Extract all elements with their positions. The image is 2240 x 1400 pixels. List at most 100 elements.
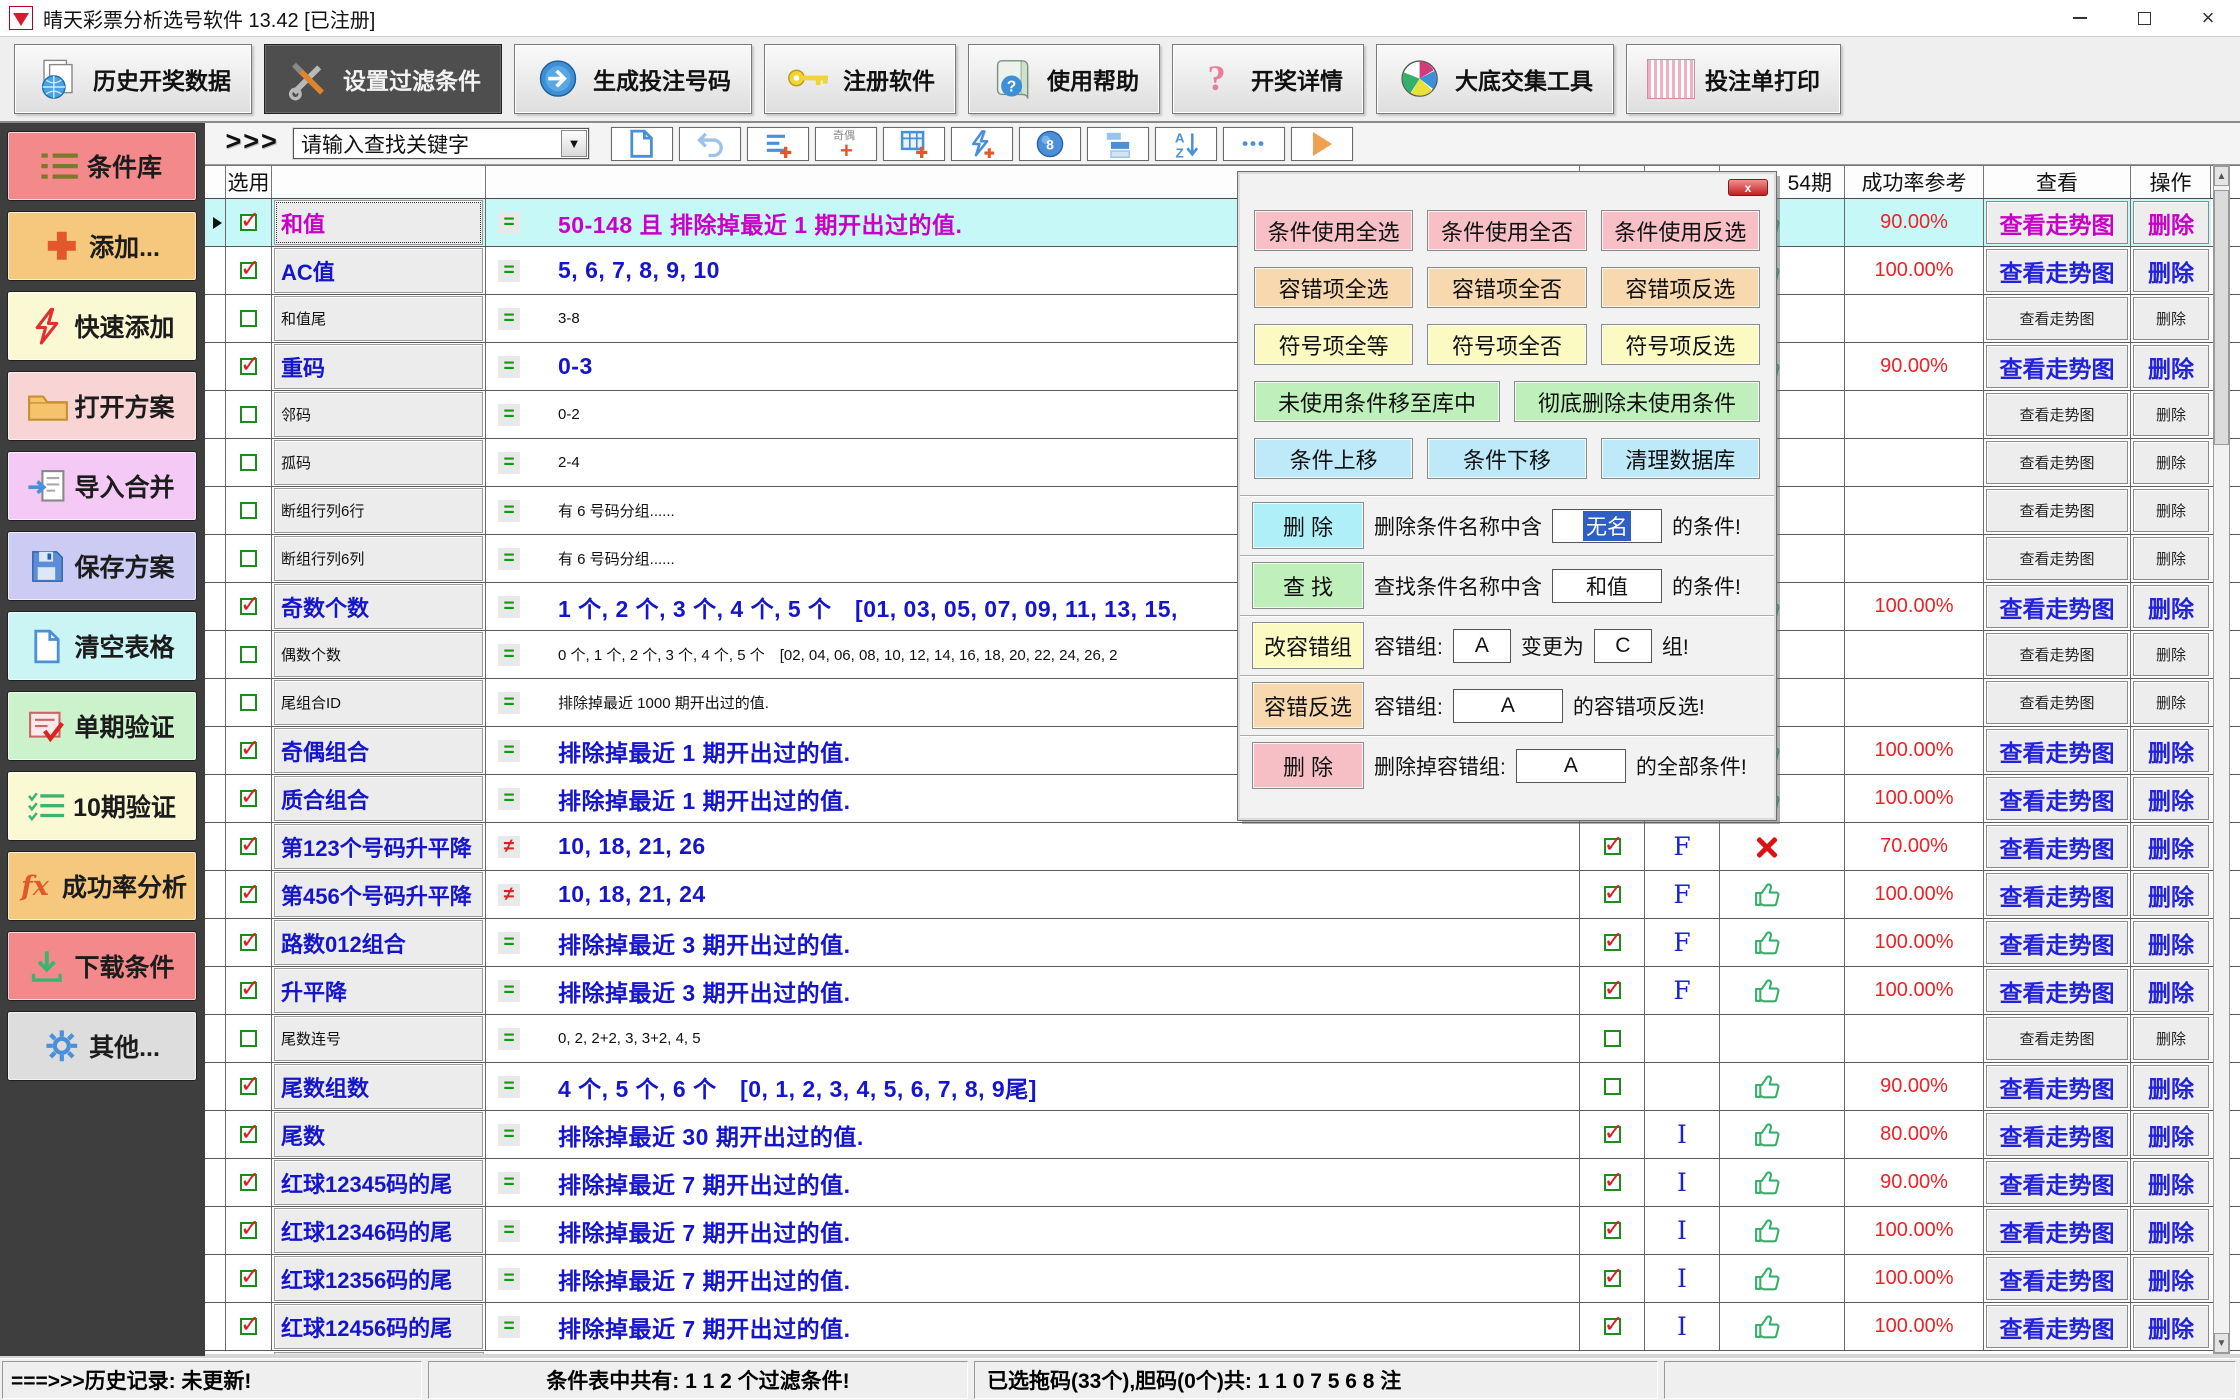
dialog-form-input[interactable]: A bbox=[1453, 629, 1511, 663]
checkbox[interactable]: ✓ bbox=[1604, 1126, 1621, 1143]
condition-name-cell[interactable]: 孤码 bbox=[272, 439, 486, 486]
checkbox[interactable]: ✓ bbox=[240, 790, 257, 807]
use-checkbox-cell[interactable]: ✓ bbox=[226, 247, 272, 294]
run-button[interactable] bbox=[1291, 127, 1353, 161]
undo-button[interactable] bbox=[679, 127, 741, 161]
sidebar-item-11[interactable]: 下载条件 bbox=[7, 931, 197, 1001]
operator-cell[interactable]: = bbox=[486, 727, 544, 774]
dialog-button[interactable]: 条件上移 bbox=[1254, 438, 1413, 479]
operator-cell[interactable]: = bbox=[486, 1255, 544, 1302]
tolerance-checkbox-cell[interactable]: ✓ bbox=[1580, 919, 1645, 966]
condition-name-cell[interactable]: 尾数 bbox=[272, 1111, 486, 1158]
operator-cell[interactable]: = bbox=[486, 1015, 544, 1062]
tolerance-checkbox-cell[interactable]: ✓ bbox=[1580, 1303, 1645, 1350]
view-trend-button[interactable]: 查看走势图 bbox=[1986, 297, 2128, 340]
operator-cell[interactable]: = bbox=[486, 199, 544, 246]
checkbox[interactable] bbox=[240, 550, 257, 567]
sidebar-item-12[interactable]: 其他... bbox=[7, 1011, 197, 1081]
delete-button[interactable]: 删除 bbox=[2133, 1257, 2209, 1300]
condition-name-cell[interactable]: 路数012组合 bbox=[272, 919, 486, 966]
checkbox[interactable]: ✓ bbox=[1604, 982, 1621, 999]
dialog-button[interactable]: 符号项反选 bbox=[1601, 324, 1760, 365]
use-checkbox-cell[interactable] bbox=[226, 679, 272, 726]
use-checkbox-cell[interactable]: ✓ bbox=[226, 919, 272, 966]
use-checkbox-cell[interactable]: ✓ bbox=[226, 727, 272, 774]
view-trend-button[interactable]: 查看走势图 bbox=[1986, 729, 2128, 772]
condition-name-cell[interactable]: 和值 bbox=[272, 199, 486, 246]
scroll-up-icon[interactable]: ▲ bbox=[2214, 166, 2229, 186]
condition-value-cell[interactable]: 10, 18, 21, 26 bbox=[544, 823, 1580, 870]
condition-name-cell[interactable]: 第123个号码升平降 bbox=[272, 823, 486, 870]
checkbox[interactable] bbox=[240, 310, 257, 327]
use-checkbox-cell[interactable]: ✓ bbox=[226, 1111, 272, 1158]
condition-name-cell[interactable]: 邻码 bbox=[272, 391, 486, 438]
dialog-button[interactable]: 未使用条件移至库中 bbox=[1254, 381, 1500, 422]
dialog-form-input[interactable]: 和值 bbox=[1552, 569, 1662, 603]
view-trend-button[interactable]: 查看走势图 bbox=[1986, 1065, 2128, 1108]
dialog-button[interactable]: 条件使用全否 bbox=[1427, 210, 1586, 251]
use-checkbox-cell[interactable] bbox=[226, 439, 272, 486]
view-trend-button[interactable]: 查看走势图 bbox=[1986, 1257, 2128, 1300]
sidebar-item-10[interactable]: fx成功率分析 bbox=[7, 851, 197, 921]
checkbox[interactable] bbox=[240, 454, 257, 471]
checkbox[interactable] bbox=[240, 406, 257, 423]
sidebar-item-8[interactable]: 单期验证 bbox=[7, 691, 197, 761]
checkbox[interactable]: ✓ bbox=[1604, 934, 1621, 951]
operator-cell[interactable]: = bbox=[486, 487, 544, 534]
dialog-button[interactable]: 条件使用反选 bbox=[1601, 210, 1760, 251]
sidebar-item-9[interactable]: 10期验证 bbox=[7, 771, 197, 841]
dialog-form-button[interactable]: 删 除 bbox=[1252, 742, 1364, 789]
quick-add-button[interactable] bbox=[951, 127, 1013, 161]
use-checkbox-cell[interactable]: ✓ bbox=[226, 1063, 272, 1110]
toolbar-button-5[interactable]: ?使用帮助 bbox=[968, 44, 1160, 114]
ball-button[interactable]: 8 bbox=[1019, 127, 1081, 161]
use-checkbox-cell[interactable]: ✓ bbox=[226, 343, 272, 390]
condition-value-cell[interactable]: 0, 2, 2+2, 3, 3+2, 4, 5 bbox=[544, 1015, 1580, 1062]
delete-button[interactable]: 删除 bbox=[2133, 1017, 2209, 1060]
view-trend-button[interactable]: 查看走势图 bbox=[1986, 1161, 2128, 1204]
add-condition-button[interactable] bbox=[747, 127, 809, 161]
more-button[interactable]: ••• bbox=[1223, 127, 1285, 161]
condition-name-cell[interactable]: 红球12345码的尾 bbox=[272, 1159, 486, 1206]
scroll-down-icon[interactable]: ▼ bbox=[2214, 1333, 2229, 1353]
add-table-button[interactable] bbox=[883, 127, 945, 161]
delete-button[interactable]: 删除 bbox=[2133, 489, 2209, 532]
use-checkbox-cell[interactable]: ✓ bbox=[226, 1303, 272, 1350]
tolerance-checkbox-cell[interactable] bbox=[1580, 1063, 1645, 1110]
delete-button[interactable]: 删除 bbox=[2133, 825, 2209, 868]
minimize-button[interactable] bbox=[2048, 0, 2112, 37]
dialog-close-button[interactable]: x bbox=[1728, 179, 1768, 196]
delete-button[interactable]: 删除 bbox=[2133, 1065, 2209, 1108]
view-trend-button[interactable]: 查看走势图 bbox=[1986, 921, 2128, 964]
condition-name-cell[interactable]: 尾数连号 bbox=[272, 1015, 486, 1062]
dialog-form-button[interactable]: 改容错组 bbox=[1252, 622, 1364, 669]
layout-button[interactable] bbox=[1087, 127, 1149, 161]
use-checkbox-cell[interactable]: ✓ bbox=[226, 823, 272, 870]
sidebar-item-5[interactable]: 导入合并 bbox=[7, 451, 197, 521]
condition-name-cell[interactable]: 红球12346码的尾 bbox=[272, 1207, 486, 1254]
checkbox[interactable] bbox=[240, 502, 257, 519]
search-input[interactable]: 请输入查找关键字 bbox=[294, 129, 561, 159]
tolerance-checkbox-cell[interactable]: ✓ bbox=[1580, 1159, 1645, 1206]
checkbox[interactable]: ✓ bbox=[240, 1318, 257, 1335]
use-checkbox-cell[interactable] bbox=[226, 295, 272, 342]
sidebar-item-2[interactable]: 添加... bbox=[7, 211, 197, 281]
view-trend-button[interactable]: 查看走势图 bbox=[1986, 633, 2128, 676]
checkbox[interactable]: ✓ bbox=[240, 934, 257, 951]
checkbox[interactable]: ✓ bbox=[240, 886, 257, 903]
delete-button[interactable]: 删除 bbox=[2133, 633, 2209, 676]
checkbox[interactable]: ✓ bbox=[240, 1126, 257, 1143]
checkbox[interactable]: ✓ bbox=[1604, 1174, 1621, 1191]
delete-button[interactable]: 删除 bbox=[2133, 873, 2209, 916]
operator-cell[interactable]: = bbox=[486, 1207, 544, 1254]
use-checkbox-cell[interactable] bbox=[226, 391, 272, 438]
search-combobox[interactable]: 请输入查找关键字 ▼ bbox=[293, 128, 589, 159]
dialog-button[interactable]: 条件下移 bbox=[1427, 438, 1586, 479]
sidebar-item-4[interactable]: 打开方案 bbox=[7, 371, 197, 441]
sidebar-item-1[interactable]: 条件库 bbox=[7, 131, 197, 201]
tolerance-checkbox-cell[interactable]: ✓ bbox=[1580, 871, 1645, 918]
delete-button[interactable]: 删除 bbox=[2133, 681, 2209, 724]
dialog-button[interactable]: 容错项全否 bbox=[1427, 267, 1586, 308]
condition-name-cell[interactable]: 重码 bbox=[272, 343, 486, 390]
dialog-button[interactable]: 符号项全等 bbox=[1254, 324, 1413, 365]
